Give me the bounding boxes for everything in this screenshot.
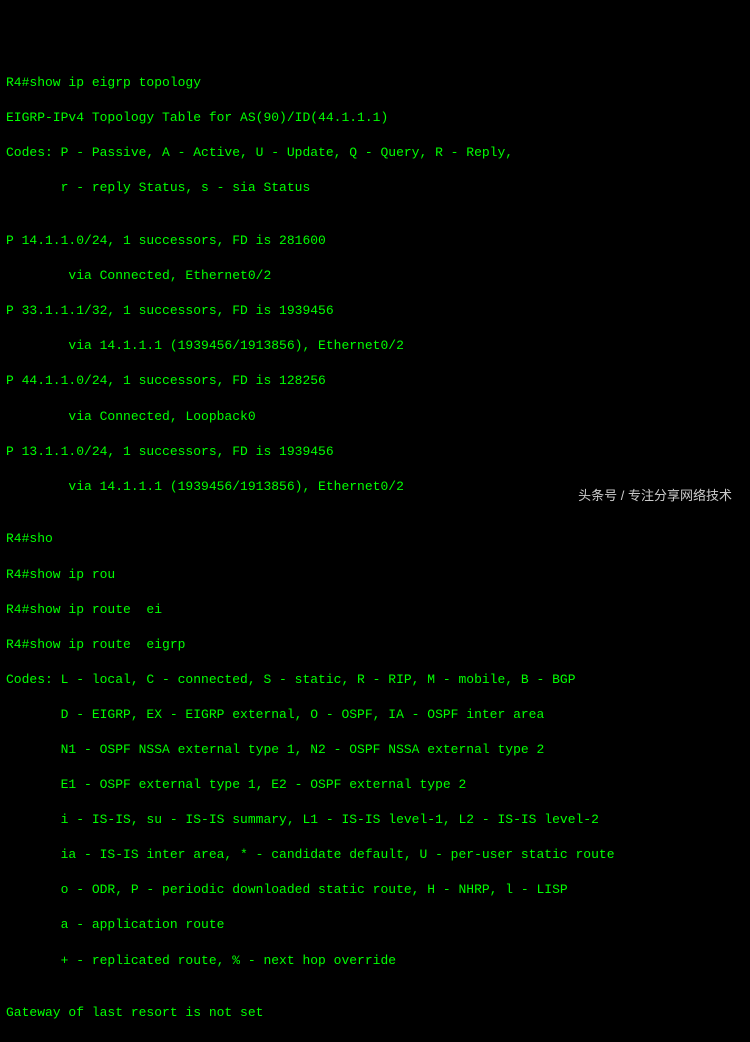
codes-legend: o - ODR, P - periodic downloaded static … (6, 881, 744, 899)
codes-legend: + - replicated route, % - next hop overr… (6, 952, 744, 970)
codes-legend: N1 - OSPF NSSA external type 1, N2 - OSP… (6, 741, 744, 759)
codes-legend: r - reply Status, s - sia Status (6, 179, 744, 197)
codes-legend: i - IS-IS, su - IS-IS summary, L1 - IS-I… (6, 811, 744, 829)
cmd-line: R4#show ip route ei (6, 601, 744, 619)
codes-legend: D - EIGRP, EX - EIGRP external, O - OSPF… (6, 706, 744, 724)
cmd-line: R4#show ip route eigrp (6, 636, 744, 654)
codes-legend: Codes: P - Passive, A - Active, U - Upda… (6, 144, 744, 162)
cmd-line: R4#show ip eigrp topology (6, 74, 744, 92)
codes-legend: a - application route (6, 916, 744, 934)
codes-legend: E1 - OSPF external type 1, E2 - OSPF ext… (6, 776, 744, 794)
topology-entry: P 13.1.1.0/24, 1 successors, FD is 19394… (6, 443, 744, 461)
cmd-line: R4#sho (6, 530, 744, 548)
cmd-line: R4#show ip rou (6, 566, 744, 584)
watermark-text: 头条号 / 专注分享网络技术 (578, 487, 732, 505)
topology-via: via Connected, Ethernet0/2 (6, 267, 744, 285)
topology-via: via Connected, Loopback0 (6, 408, 744, 426)
output-header: EIGRP-IPv4 Topology Table for AS(90)/ID(… (6, 109, 744, 127)
topology-via: via 14.1.1.1 (1939456/1913856), Ethernet… (6, 337, 744, 355)
codes-legend: Codes: L - local, C - connected, S - sta… (6, 671, 744, 689)
topology-entry: P 44.1.1.0/24, 1 successors, FD is 12825… (6, 372, 744, 390)
topology-entry: P 14.1.1.0/24, 1 successors, FD is 28160… (6, 232, 744, 250)
codes-legend: ia - IS-IS inter area, * - candidate def… (6, 846, 744, 864)
topology-entry: P 33.1.1.1/32, 1 successors, FD is 19394… (6, 302, 744, 320)
gateway-line: Gateway of last resort is not set (6, 1004, 744, 1022)
